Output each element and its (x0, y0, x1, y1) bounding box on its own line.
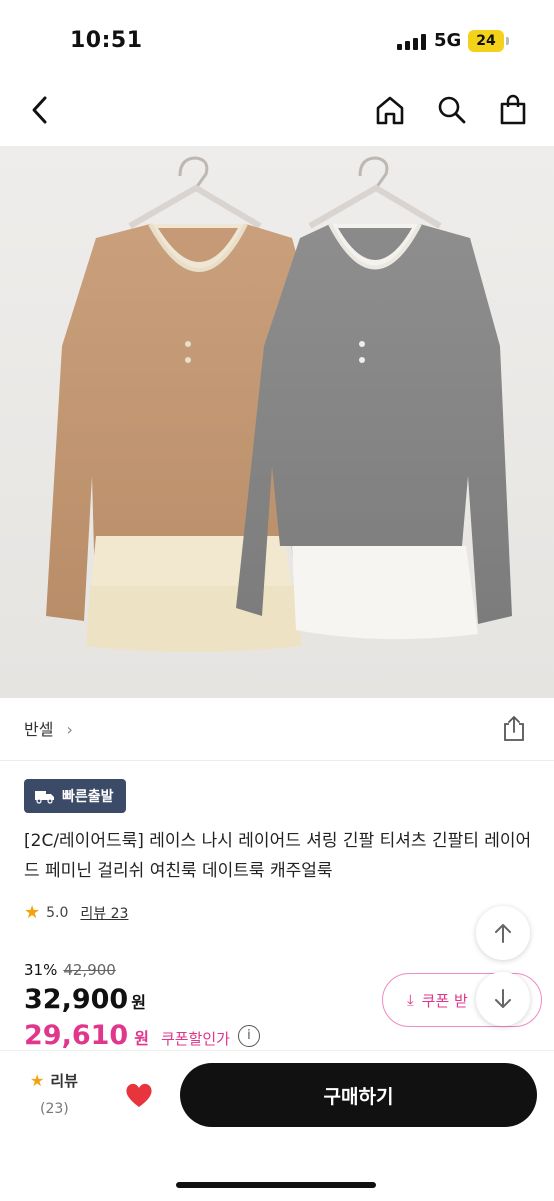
chevron-right-icon: › (66, 720, 73, 739)
battery-icon: 24 (468, 30, 504, 52)
status-bar: 10:51 5G 24 (0, 0, 554, 80)
sale-price: 32,900 (24, 984, 129, 1015)
star-icon: ★ (30, 1071, 45, 1090)
product-title: [2C/레이어드룩] 레이스 나시 레이어드 셔링 긴팔 티셔츠 긴팔티 레이어… (24, 831, 532, 881)
status-time: 10:51 (70, 28, 143, 53)
top-navigation (0, 80, 554, 146)
divider (0, 760, 554, 761)
home-indicator (176, 1182, 376, 1188)
coupon-currency: 원 (134, 1029, 149, 1048)
original-price: 42,900 (63, 961, 116, 979)
battery-tip (506, 37, 509, 45)
back-icon[interactable] (22, 92, 58, 128)
network-type: 5G (434, 30, 462, 51)
review-link[interactable]: 리뷰 23 (80, 903, 128, 923)
rating-value: 5.0 (46, 904, 69, 921)
arrow-down-icon (495, 989, 511, 1008)
bottom-review-button[interactable]: ★ 리뷰 (30, 1070, 78, 1091)
cellular-signal-icon (397, 34, 427, 50)
seller-row[interactable]: 반셀 › (0, 698, 554, 760)
product-image[interactable] (0, 146, 554, 698)
scroll-up-button[interactable] (476, 906, 530, 960)
arrow-up-icon (495, 924, 511, 943)
home-icon[interactable] (372, 92, 408, 128)
coupon-button-label: 쿠폰 받 (421, 991, 468, 1010)
shopping-bag-icon[interactable] (495, 92, 531, 128)
heart-icon[interactable] (124, 1080, 154, 1110)
share-icon[interactable] (500, 714, 528, 742)
bottom-review-label: 리뷰 (50, 1072, 78, 1090)
truck-icon (35, 791, 54, 804)
coupon-price-row: 29,610 원 쿠폰할인가 i (24, 1020, 260, 1051)
badge-label: 빠른출발 (62, 789, 114, 805)
coupon-label: 쿠폰할인가 (160, 1030, 230, 1048)
bottom-review-count: (23) (40, 1101, 69, 1117)
download-icon: ⤓ (407, 991, 414, 1009)
buy-button[interactable]: 구매하기 (180, 1063, 537, 1127)
seller-link[interactable]: 반셀 › (24, 716, 73, 740)
seller-name: 반셀 (24, 720, 54, 739)
price-row: 32,900 원 (24, 984, 146, 1015)
coupon-price: 29,610 (24, 1020, 129, 1051)
currency: 원 (131, 993, 146, 1012)
star-icon: ★ (24, 902, 41, 923)
discount-rate: 31% (24, 961, 58, 979)
scroll-down-button[interactable] (476, 972, 530, 1026)
fast-shipping-badge: 빠른출발 (24, 779, 126, 813)
info-icon[interactable]: i (237, 1024, 260, 1047)
rating-row: ★ 5.0 리뷰 23 (24, 902, 128, 923)
discount-row: 31% 42,900 (24, 961, 116, 979)
search-icon[interactable] (434, 92, 470, 128)
